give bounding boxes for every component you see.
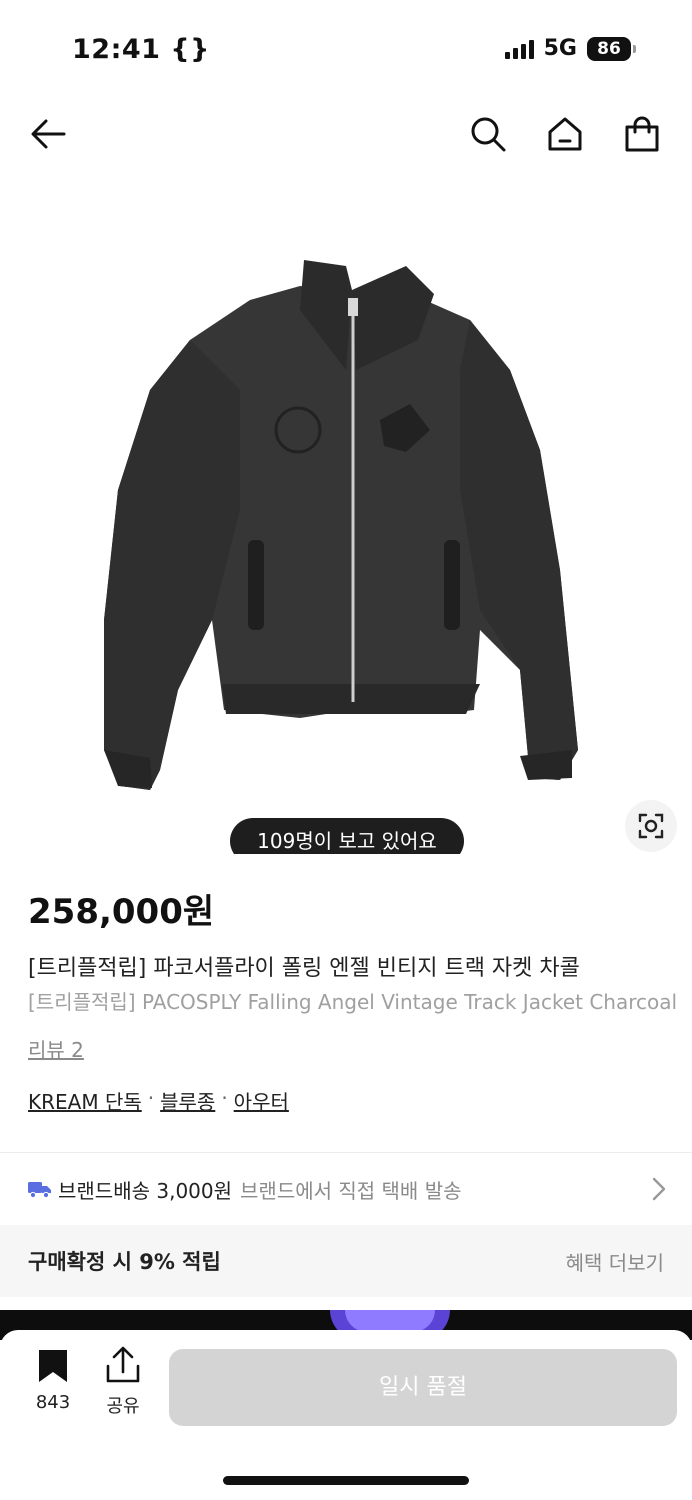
benefit-label: 구매확정 시 9% 적립 — [28, 1250, 221, 1274]
truck-icon — [28, 1182, 51, 1198]
search-icon[interactable] — [466, 112, 510, 156]
bookmark-count: 843 — [35, 1392, 71, 1413]
bookmark-icon — [39, 1350, 67, 1382]
shopping-bag-icon[interactable] — [620, 112, 664, 156]
share-icon — [106, 1346, 140, 1383]
share-button[interactable]: 공유 — [100, 1346, 146, 1418]
benefit-row: 구매확정 시 9% 적립 혜택 더보기 — [0, 1225, 692, 1297]
category-breadcrumb: KREAM 단독 · 블루종 · 아우터 — [28, 1086, 289, 1115]
status-time: 12:41 {} — [72, 34, 210, 65]
status-indicators: 5G 86 — [504, 36, 636, 61]
network-type: 5G — [543, 36, 577, 61]
home-icon[interactable] — [543, 112, 587, 156]
top-nav — [0, 100, 692, 168]
home-indicator[interactable] — [223, 1476, 469, 1485]
product-title-ko: [트리플적립] 파코서플라이 폴링 엔젤 빈티지 트랙 자켓 차콜 — [28, 956, 580, 981]
product-image[interactable] — [0, 190, 692, 854]
category-link-kream[interactable]: KREAM 단독 — [28, 1086, 142, 1115]
share-label: 공유 — [106, 1396, 140, 1417]
product-price: 258,000원 — [28, 892, 215, 932]
signal-icon — [504, 39, 534, 59]
category-separator: · — [147, 1086, 155, 1110]
chevron-right-icon — [652, 1177, 666, 1201]
product-title-en: [트리플적립] PACOSPLY Falling Angel Vintage T… — [28, 990, 678, 1014]
category-link-outer[interactable]: 아우터 — [234, 1086, 289, 1115]
review-link[interactable]: 리뷰 2 — [28, 1034, 84, 1063]
battery-icon: 86 — [587, 36, 636, 61]
delivery-row[interactable]: 브랜드배송 3,000원 브랜드에서 직접 택배 발송 — [0, 1153, 692, 1225]
back-arrow-icon[interactable] — [26, 112, 70, 156]
status-bar: 12:41 {} 5G 86 — [0, 0, 692, 100]
delivery-description: 브랜드에서 직접 택배 발송 — [240, 1178, 462, 1203]
battery-level: 86 — [587, 36, 631, 61]
category-link-blouson[interactable]: 블루종 — [160, 1086, 215, 1115]
benefit-more-button[interactable]: 혜택 더보기 — [566, 1247, 664, 1276]
sold-out-button[interactable]: 일시 품절 — [169, 1349, 677, 1426]
bookmark-button[interactable]: 843 — [30, 1348, 76, 1413]
bottom-action-bar: 843 공유 일시 품절 — [0, 1330, 692, 1500]
delivery-label: 브랜드배송 3,000원 — [58, 1178, 233, 1203]
category-separator: · — [221, 1086, 228, 1110]
lens-search-icon[interactable] — [625, 800, 677, 852]
